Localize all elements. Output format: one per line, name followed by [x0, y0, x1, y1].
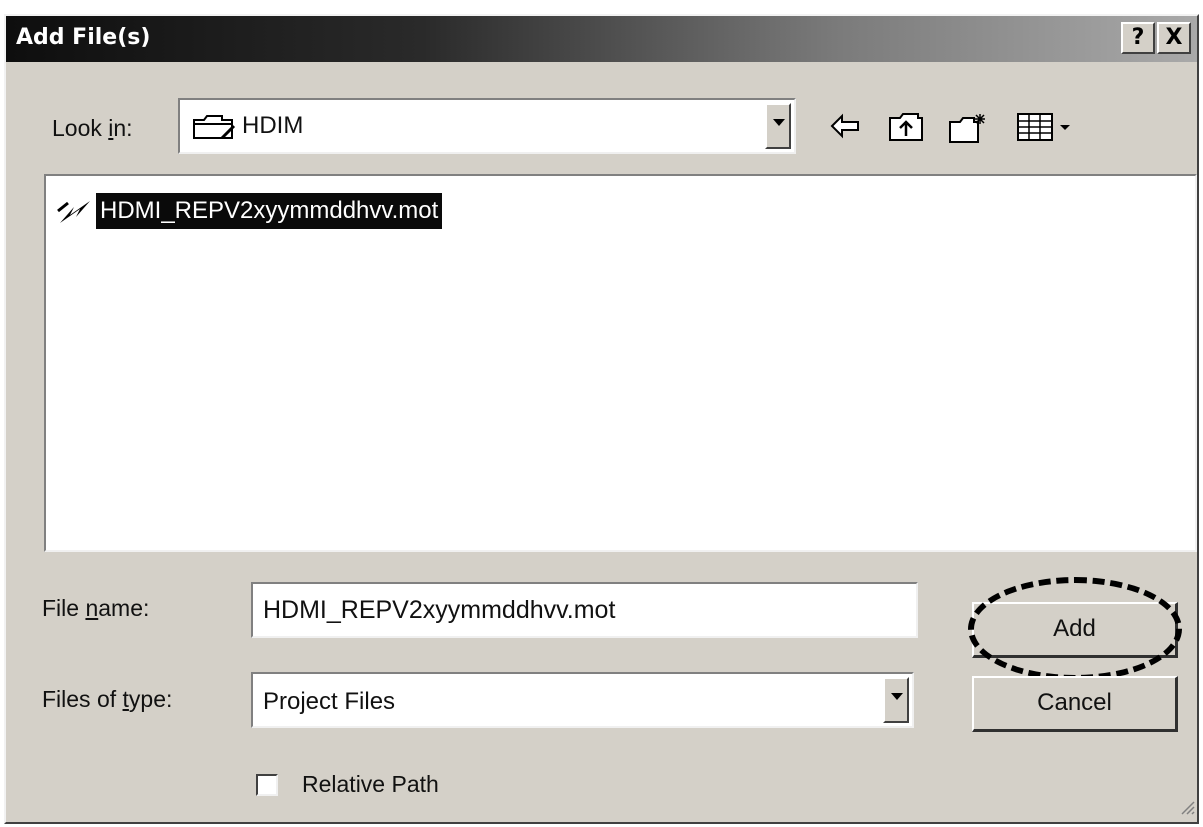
file-type-dropdown[interactable]: Project Files: [251, 672, 914, 728]
relative-path-checkbox[interactable]: [256, 774, 278, 796]
look-in-value: HDIM: [242, 112, 304, 139]
file-name-label: File name:: [42, 595, 150, 621]
file-type-label: Files of type:: [42, 686, 173, 712]
file-item-name: HDMI_REPV2xyymmddhvv.mot: [94, 192, 444, 230]
chevron-down-icon[interactable]: [883, 677, 909, 723]
folder-icon: [192, 114, 236, 145]
look-in-dropdown[interactable]: HDIM: [178, 98, 796, 154]
look-in-label: Look in:: [52, 115, 133, 141]
relative-path-label: Relative Path: [302, 771, 439, 797]
back-icon[interactable]: [828, 112, 862, 145]
file-type-value: Project Files: [263, 688, 396, 715]
title-bar[interactable]: Add File(s) ? X: [6, 16, 1197, 62]
add-files-dialog: Add File(s) ? X Look in: HDIM HDMI_REPV2…: [4, 14, 1199, 824]
view-menu-icon[interactable]: [1016, 112, 1080, 147]
window-title: Add File(s): [16, 25, 151, 50]
new-folder-icon[interactable]: [948, 112, 988, 149]
file-list[interactable]: [44, 174, 1197, 552]
help-button[interactable]: ?: [1121, 22, 1155, 54]
chevron-down-icon[interactable]: [765, 103, 791, 149]
cancel-button[interactable]: Cancel: [972, 676, 1178, 732]
add-button[interactable]: Add: [972, 602, 1178, 658]
close-button[interactable]: X: [1157, 22, 1191, 54]
resize-grip-icon[interactable]: [1177, 797, 1195, 820]
mot-file-icon: [56, 197, 94, 232]
file-name-field[interactable]: HDMI_REPV2xyymmddhvv.mot: [251, 582, 918, 638]
file-name-value: HDMI_REPV2xyymmddhvv.mot: [263, 596, 616, 624]
up-folder-icon[interactable]: [888, 112, 924, 147]
